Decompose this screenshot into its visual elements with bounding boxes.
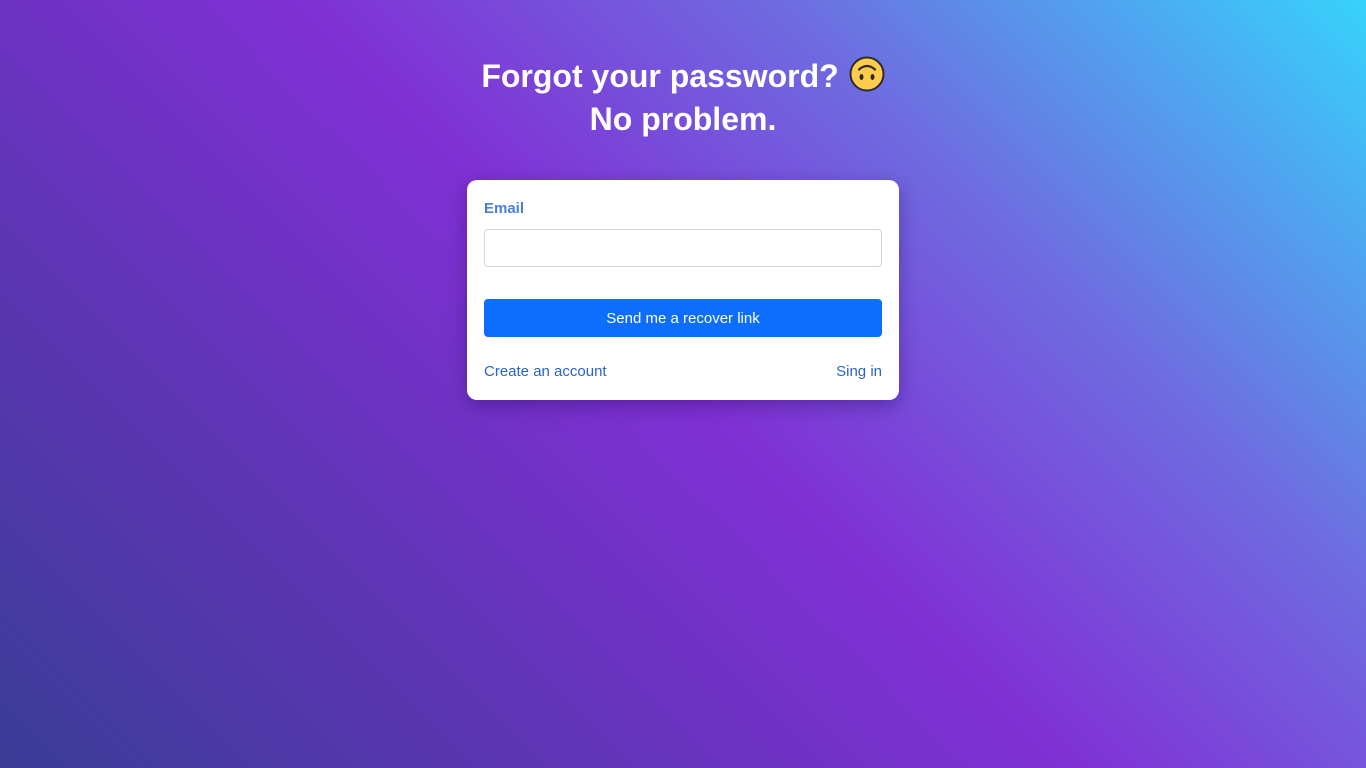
upside-down-face-icon [849,56,885,100]
recover-card: Email Send me a recover link Create an a… [467,180,899,400]
email-label: Email [484,200,525,217]
title-line-2: No problem. [589,101,777,137]
title-line-1: Forgot your password? [0,56,1366,100]
sign-in-link[interactable]: Sing in [836,363,882,380]
send-recover-link-button[interactable]: Send me a recover link [484,299,882,337]
email-input[interactable] [484,229,882,267]
create-account-link[interactable]: Create an account [484,363,607,380]
title-line-1-text: Forgot your password? [481,58,839,94]
page-title: Forgot your password? No problem. [0,56,1366,138]
